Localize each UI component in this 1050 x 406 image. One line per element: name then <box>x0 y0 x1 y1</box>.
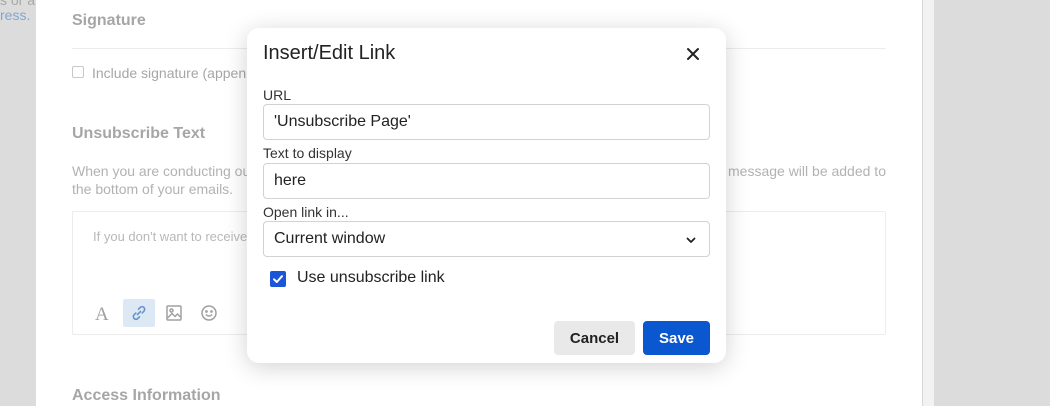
chevron-down-icon <box>686 237 696 243</box>
unsubscribe-description-line2: the bottom of your emails. <box>72 181 234 197</box>
open-link-select[interactable]: Current window <box>263 221 710 257</box>
close-icon[interactable] <box>681 42 705 66</box>
card-scrollbar-track[interactable] <box>922 0 934 406</box>
access-section-title: Access Information <box>72 387 221 404</box>
font-icon[interactable]: A <box>86 299 118 327</box>
signature-section-title: Signature <box>72 12 146 29</box>
use-unsubscribe-label[interactable]: Use unsubscribe link <box>297 269 445 287</box>
unsubscribe-description-right: message will be added to <box>728 163 886 179</box>
image-icon[interactable] <box>158 299 190 327</box>
unsubscribe-description-line1: When you are conducting ou <box>72 163 251 179</box>
cancel-button[interactable]: Cancel <box>554 321 635 355</box>
right-gutter <box>934 0 1050 406</box>
include-signature-label: Include signature (appen <box>92 65 247 81</box>
emoji-icon[interactable] <box>193 299 225 327</box>
editor-content[interactable]: If you don't want to receive <box>93 229 247 244</box>
text-to-display-input[interactable]: here <box>263 163 710 199</box>
checkmark-icon <box>273 275 283 283</box>
url-input[interactable]: 'Unsubscribe Page' <box>263 104 710 140</box>
left-fragment-link[interactable]: ress. <box>0 7 30 23</box>
svg-text:A: A <box>95 304 109 322</box>
use-unsubscribe-checkbox[interactable] <box>270 271 286 287</box>
url-label: URL <box>263 87 292 103</box>
text-to-display-label: Text to display <box>263 145 352 161</box>
save-button[interactable]: Save <box>643 321 710 355</box>
left-gutter: s or a ress. <box>0 0 36 406</box>
link-icon[interactable] <box>123 299 155 327</box>
include-signature-checkbox[interactable] <box>72 66 84 78</box>
open-link-label: Open link in... <box>263 204 349 220</box>
unsubscribe-section-title: Unsubscribe Text <box>72 125 206 142</box>
open-link-value: Current window <box>274 230 386 247</box>
insert-edit-link-dialog: Insert/Edit Link URL 'Unsubscribe Page' … <box>247 28 726 363</box>
dialog-title: Insert/Edit Link <box>263 42 396 64</box>
